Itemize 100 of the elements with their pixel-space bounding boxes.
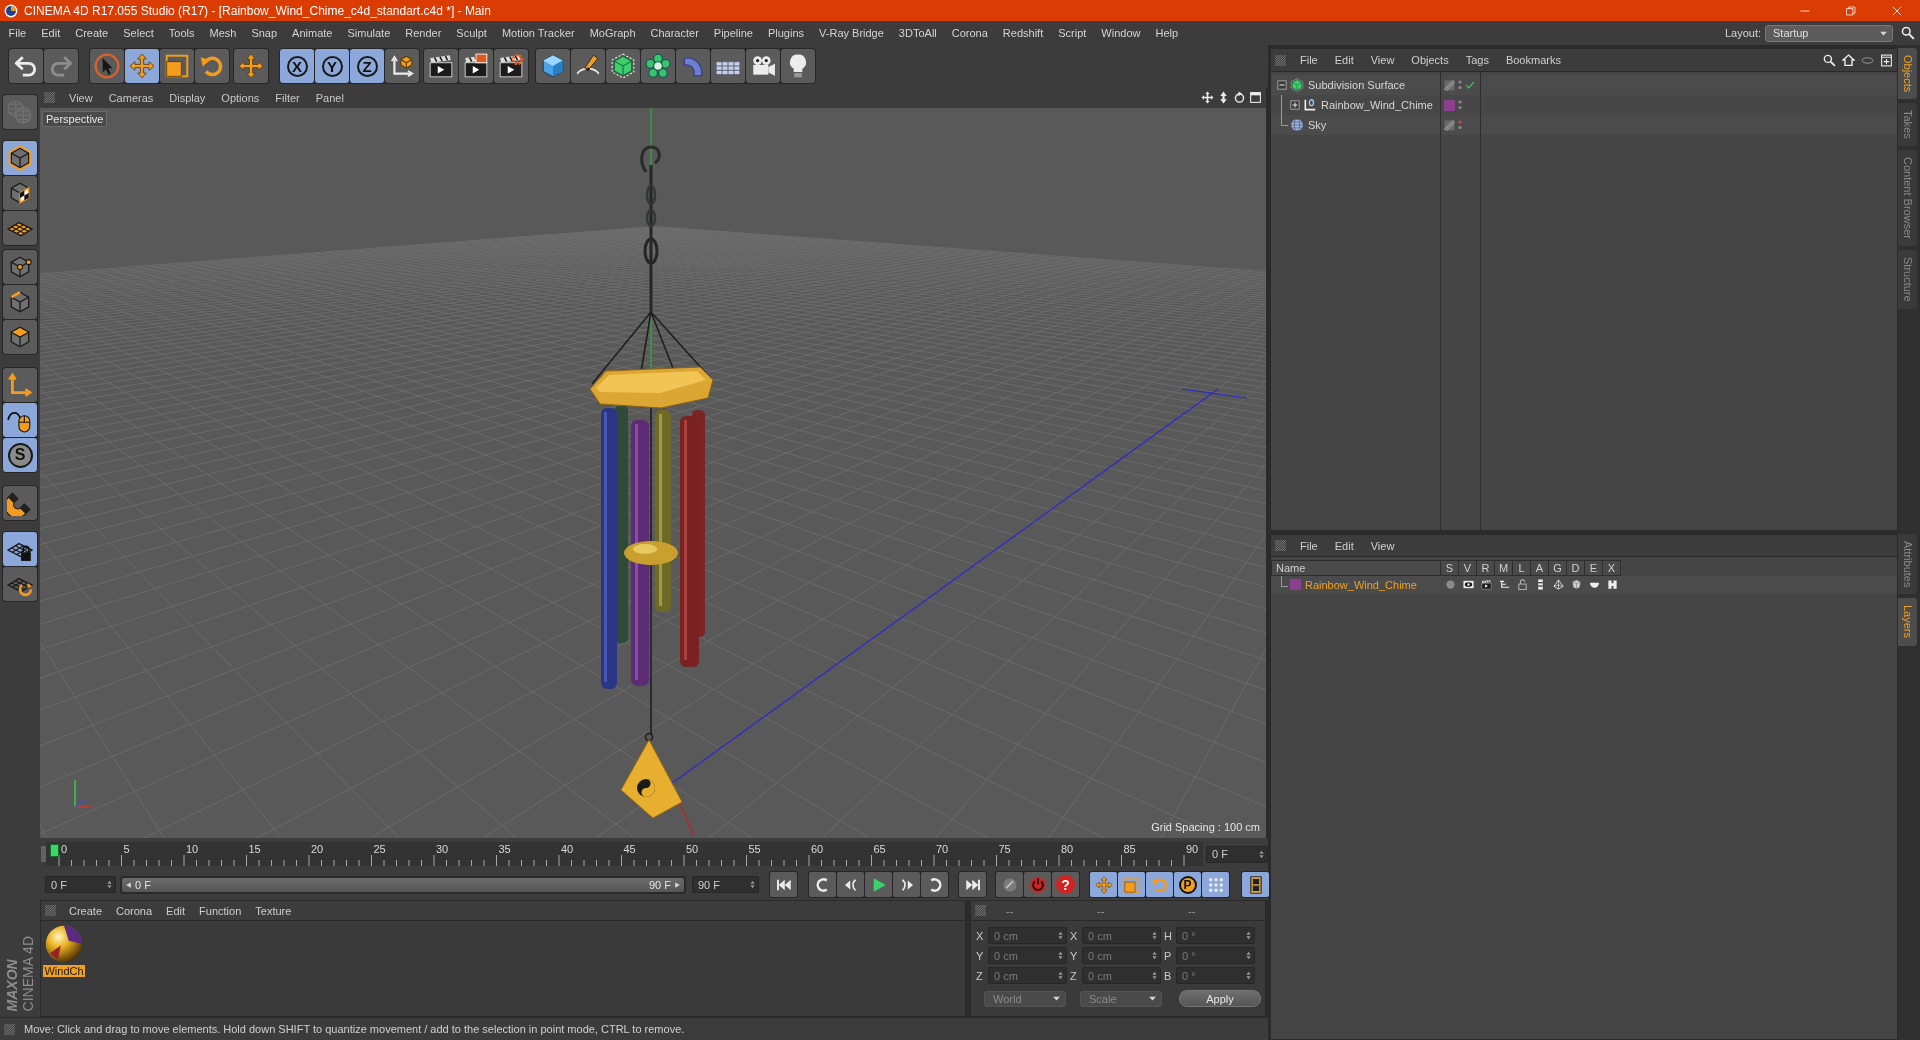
grip-icon[interactable]	[41, 846, 46, 862]
menu-item[interactable]: View	[61, 91, 101, 104]
hatched-square-icon[interactable]	[1444, 79, 1455, 91]
column-header[interactable]: A	[1531, 560, 1549, 576]
wind-chime-drawing[interactable]	[589, 145, 714, 819]
grip-icon[interactable]	[44, 92, 55, 103]
go-to-start-button[interactable]	[770, 872, 797, 897]
menu-item[interactable]: Plugins	[760, 27, 812, 39]
scale-tool-button[interactable]	[160, 49, 194, 83]
hierarchy-icon[interactable]	[1498, 579, 1510, 590]
cross-arrows-icon[interactable]	[1201, 91, 1214, 104]
camera-button[interactable]	[746, 49, 780, 83]
grip-icon[interactable]	[1275, 540, 1286, 551]
floor-button[interactable]	[711, 49, 745, 83]
menu-item[interactable]: Function	[192, 904, 249, 917]
side-tab[interactable]: Objects	[1898, 48, 1917, 100]
layout-dropdown[interactable]: Startup	[1765, 24, 1893, 42]
timeline-track[interactable]: 0 5 10 15 20 25 30 35 40 45 50 55 60 65 70 75 80 85 90	[46, 842, 1203, 866]
menu-item[interactable]: Bookmarks	[1497, 54, 1570, 66]
menu-item[interactable]: Animate	[284, 27, 340, 39]
menu-item[interactable]: View	[1362, 54, 1404, 66]
check-icon[interactable]	[1465, 80, 1475, 90]
play-button[interactable]	[865, 872, 892, 897]
cube-button[interactable]	[536, 49, 570, 83]
playhead-handle[interactable]	[50, 844, 59, 857]
axis-lock-button[interactable]: Z	[350, 49, 384, 83]
menu-item[interactable]: Edit	[1326, 539, 1363, 552]
menu-item[interactable]: Render	[397, 27, 449, 39]
menu-item[interactable]: Sculpt	[448, 27, 495, 39]
window-plus-icon[interactable]	[1880, 53, 1893, 67]
cloner-button[interactable]	[641, 49, 675, 83]
light-button[interactable]	[781, 49, 815, 83]
h-shape-icon[interactable]	[1606, 579, 1618, 590]
menu-item[interactable]: Filter	[267, 91, 308, 104]
menu-item[interactable]: Objects	[1403, 54, 1458, 66]
column-header[interactable]: D	[1567, 560, 1585, 576]
layer-color-swatch[interactable]	[1290, 579, 1301, 590]
end-frame-field[interactable]: 90 F	[692, 876, 759, 893]
menu-item[interactable]: Corona	[944, 27, 996, 39]
record-objects-button[interactable]	[996, 872, 1023, 897]
menu-item[interactable]: Mesh	[202, 27, 244, 39]
column-header[interactable]: M	[1495, 560, 1513, 576]
search-icon[interactable]	[1901, 26, 1915, 40]
grip-icon[interactable]	[4, 1023, 15, 1035]
magnet-button[interactable]	[3, 486, 37, 520]
column-header[interactable]: X	[1603, 560, 1621, 576]
menu-item[interactable]: File	[1, 27, 34, 39]
clapperboard-icon[interactable]	[1480, 579, 1492, 590]
search-icon[interactable]	[1823, 53, 1836, 67]
workplane-button[interactable]	[3, 567, 37, 601]
column-header[interactable]: S	[1441, 560, 1459, 576]
model-mode-button[interactable]	[3, 141, 37, 175]
last-tool-button[interactable]	[234, 49, 268, 83]
selection-tool-button[interactable]	[90, 49, 124, 83]
workplane-mode-button[interactable]	[3, 211, 37, 245]
start-frame-field[interactable]: 0 F	[45, 876, 116, 893]
go-to-end-button[interactable]	[959, 872, 986, 897]
menu-item[interactable]: Corona	[109, 904, 160, 917]
hatched-square-icon[interactable]	[1444, 119, 1455, 131]
menu-item[interactable]: File	[1292, 54, 1327, 66]
layer-row[interactable]: Rainbow_Wind_Chime	[1271, 576, 1897, 593]
orbit-icon[interactable]	[1233, 91, 1246, 104]
menu-item[interactable]: Select	[115, 27, 162, 39]
subdivision-button[interactable]	[606, 49, 640, 83]
render-view-button[interactable]	[424, 49, 458, 83]
grip-icon[interactable]	[45, 905, 56, 916]
menu-item[interactable]: 3DToAll	[891, 27, 945, 39]
two-dots-icon[interactable]	[1458, 79, 1462, 91]
tweak-mode-button[interactable]	[3, 403, 37, 437]
viewport-canvas[interactable]: Perspective Grid Spacing : 100 cm	[40, 108, 1266, 838]
render-settings-button[interactable]	[494, 49, 528, 83]
menu-item[interactable]: Redshift	[995, 27, 1051, 39]
object-row[interactable]: Subdivision Surface	[1271, 75, 1897, 95]
column-header[interactable]: Name	[1271, 560, 1441, 576]
material-name[interactable]: WindCh	[43, 965, 85, 977]
column-header[interactable]: G	[1549, 560, 1567, 576]
menu-item[interactable]: MoGraph	[582, 27, 644, 39]
column-header[interactable]: L	[1513, 560, 1531, 576]
menu-item[interactable]: Panel	[307, 91, 352, 104]
menu-item[interactable]: Simulate	[339, 27, 398, 39]
dot-icon[interactable]	[1444, 579, 1456, 590]
axis-lock-button[interactable]: X	[280, 49, 314, 83]
menu-item[interactable]: Window	[1093, 27, 1148, 39]
layer-color-swatch[interactable]	[1444, 99, 1455, 111]
menu-item[interactable]: Motion Tracker	[494, 27, 583, 39]
menu-item[interactable]: Create	[62, 904, 110, 917]
menu-item[interactable]: Tools	[161, 27, 202, 39]
undo-button[interactable]	[9, 49, 43, 83]
sphere-preview-icon[interactable]	[45, 925, 83, 963]
key-parameter-button[interactable]: P	[1174, 872, 1201, 897]
next-key-button[interactable]	[921, 872, 948, 897]
right-arrow-icon[interactable]	[674, 880, 681, 889]
menu-item[interactable]: View	[1362, 539, 1404, 552]
menu-item[interactable]: Character	[643, 27, 707, 39]
texture-mode-button[interactable]	[3, 176, 37, 210]
shield-icon[interactable]	[1570, 579, 1582, 590]
snap-button[interactable]: S	[3, 438, 37, 472]
column-header[interactable]: R	[1477, 560, 1495, 576]
menu-item[interactable]: Texture	[248, 904, 299, 917]
pen-button[interactable]	[571, 49, 605, 83]
